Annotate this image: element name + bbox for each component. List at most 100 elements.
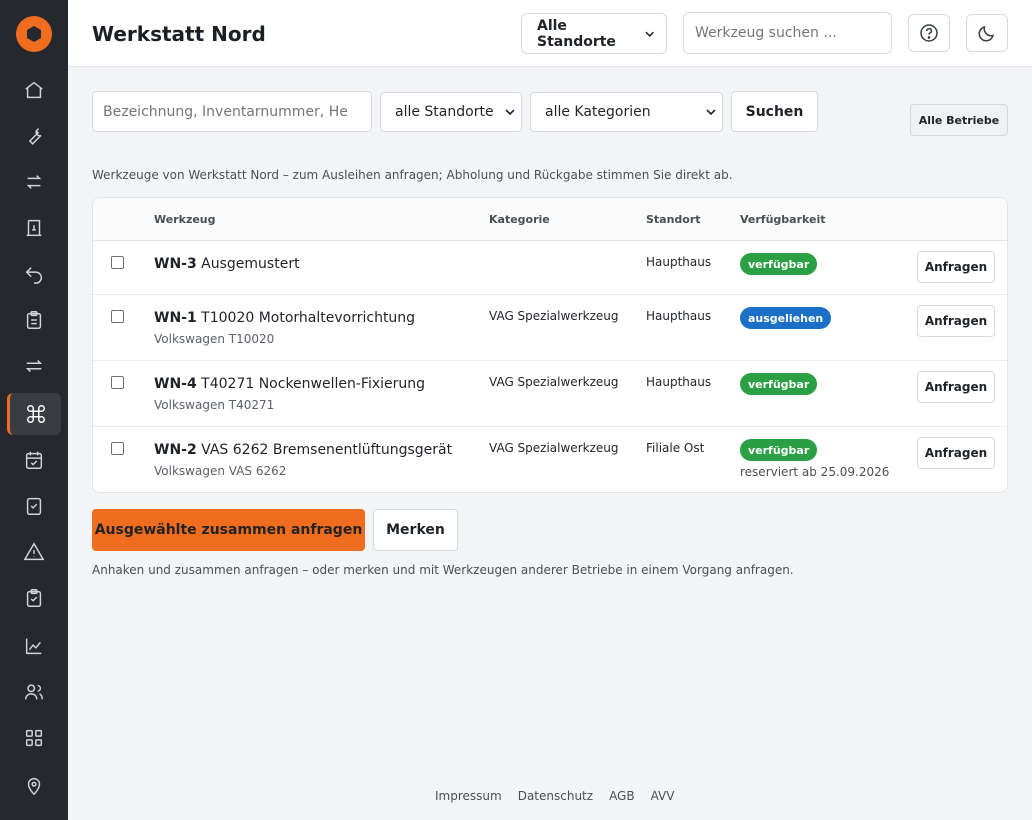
category-filter-select[interactable]: alle Kategorien xyxy=(530,92,723,132)
tool-id: WN-4 xyxy=(154,376,197,392)
exchange-icon xyxy=(25,359,43,373)
page-title: Werkstatt Nord xyxy=(92,22,266,46)
moon-icon xyxy=(978,25,995,42)
sidebar-item-locations[interactable] xyxy=(7,765,61,807)
sidebar-item-calendar[interactable] xyxy=(7,439,61,481)
tool-location: Haupthaus xyxy=(646,309,712,323)
tool-manufacturer: Volkswagen VAS 6262 xyxy=(154,464,287,478)
wrench-icon xyxy=(28,128,42,145)
sidebar-item-checklist[interactable] xyxy=(7,577,61,619)
table-row: WN-2 VAS 6262 Bremsenentlüftungsgerät Vo… xyxy=(93,427,1007,492)
clipboard-icon xyxy=(26,311,42,329)
tool-location: Haupthaus xyxy=(646,375,712,389)
tool-title: T10020 Motorhaltevorrichtung xyxy=(201,310,416,326)
sidebar-item-users[interactable] xyxy=(7,671,61,713)
footer-link-avv[interactable]: AVV xyxy=(651,789,675,803)
tool-id: WN-2 xyxy=(154,442,197,458)
request-button[interactable]: Anfragen xyxy=(917,437,995,469)
sidebar-item-exchange[interactable] xyxy=(7,345,61,387)
table-row: WN-3 Ausgemustert Haupthaus verfügbar An… xyxy=(93,241,1007,295)
footer: Impressum Datenschutz AGB AVV xyxy=(435,789,674,803)
hexagon-icon xyxy=(27,26,41,42)
tools-table: Werkzeug Kategorie Standort Verfügbarkei… xyxy=(92,197,1008,493)
chevron-down-icon xyxy=(706,109,716,116)
row-checkbox[interactable] xyxy=(111,310,124,323)
tool-location: Filiale Ost xyxy=(646,441,705,455)
status-badge: verfügbar xyxy=(740,253,818,275)
receipt-icon xyxy=(26,219,42,237)
footer-link-impressum[interactable]: Impressum xyxy=(435,789,502,803)
tool-title: Ausgemustert xyxy=(201,256,300,272)
app-logo[interactable] xyxy=(16,16,52,52)
row-checkbox[interactable] xyxy=(111,376,124,389)
grid-icon xyxy=(25,729,43,747)
location-select-value: Alle Standorte xyxy=(537,17,616,50)
sidebar-item-apps[interactable] xyxy=(7,717,61,759)
chart-icon xyxy=(25,638,42,655)
location-pin-icon xyxy=(27,778,41,796)
column-header-availability[interactable]: Verfügbarkeit xyxy=(740,213,826,226)
status-badge: verfügbar xyxy=(740,373,818,395)
help-button[interactable] xyxy=(908,14,950,52)
request-button[interactable]: Anfragen xyxy=(917,305,995,337)
tool-id: WN-1 xyxy=(154,310,197,326)
sidebar-item-warnings[interactable] xyxy=(7,531,61,573)
sidebar-item-tasks[interactable] xyxy=(7,485,61,527)
remember-button[interactable]: Merken xyxy=(373,509,458,551)
status-badge: ausgeliehen xyxy=(740,307,832,329)
footer-link-agb[interactable]: AGB xyxy=(609,789,635,803)
command-icon xyxy=(26,405,45,423)
column-header-tool[interactable]: Werkzeug xyxy=(154,213,216,226)
tool-manufacturer: Volkswagen T10020 xyxy=(154,332,275,346)
sidebar-item-tools[interactable] xyxy=(7,115,61,157)
checkbox-icon xyxy=(26,497,42,515)
sidebar-item-return[interactable] xyxy=(7,253,61,295)
request-button[interactable]: Anfragen xyxy=(917,371,995,403)
request-selected-button[interactable]: Ausgewählte zusammen anfragen xyxy=(92,509,365,551)
sidebar-item-transfer[interactable] xyxy=(7,161,61,203)
location-select[interactable]: Alle Standorte xyxy=(521,13,667,54)
header-search-input[interactable] xyxy=(683,12,892,54)
location-filter-select[interactable]: alle Standorte xyxy=(380,92,522,132)
tool-name: WN-2 VAS 6262 Bremsenentlüftungsgerät xyxy=(154,442,452,458)
theme-toggle-button[interactable] xyxy=(966,14,1008,52)
sidebar-item-home[interactable] xyxy=(7,69,61,111)
tool-category: VAG Spezialwerkzeug xyxy=(489,309,619,323)
row-checkbox[interactable] xyxy=(111,442,124,455)
row-checkbox[interactable] xyxy=(111,256,124,269)
all-companies-button[interactable]: Alle Betriebe xyxy=(910,104,1008,136)
tool-name: WN-3 Ausgemustert xyxy=(154,256,300,272)
chevron-down-icon xyxy=(505,109,515,116)
tool-category: VAG Spezialwerkzeug xyxy=(489,441,619,455)
category-filter-value: alle Kategorien xyxy=(545,104,651,120)
search-button[interactable]: Suchen xyxy=(731,91,818,132)
transfer-icon xyxy=(26,175,42,189)
clipboard-check-icon xyxy=(26,589,42,607)
tool-search-input[interactable] xyxy=(92,91,372,132)
status-badge: verfügbar xyxy=(740,439,818,461)
table-header: Werkzeug Kategorie Standort Verfügbarkei… xyxy=(93,198,1007,241)
column-header-location[interactable]: Standort xyxy=(646,213,701,226)
help-icon xyxy=(920,24,938,42)
sidebar-item-tool-lending[interactable] xyxy=(7,393,61,435)
sidebar-item-receipt[interactable] xyxy=(7,207,61,249)
location-filter-value: alle Standorte xyxy=(395,104,494,120)
chevron-down-icon xyxy=(644,31,654,37)
tool-location: Haupthaus xyxy=(646,255,712,269)
intro-text: Werkzeuge von Werkstatt Nord – zum Ausle… xyxy=(92,168,733,182)
column-header-category[interactable]: Kategorie xyxy=(489,213,550,226)
tool-name: WN-1 T10020 Motorhaltevorrichtung xyxy=(154,310,415,326)
tool-name: WN-4 T40271 Nockenwellen-Fixierung xyxy=(154,376,425,392)
sidebar-item-reports[interactable] xyxy=(7,625,61,667)
sidebar-item-clipboard[interactable] xyxy=(7,299,61,341)
request-button[interactable]: Anfragen xyxy=(917,251,995,283)
sidebar xyxy=(0,0,68,820)
tool-category: VAG Spezialwerkzeug xyxy=(489,375,619,389)
tool-manufacturer: Volkswagen T40271 xyxy=(154,398,275,412)
tool-title: VAS 6262 Bremsenentlüftungsgerät xyxy=(201,442,453,458)
calendar-check-icon xyxy=(25,451,43,469)
return-icon xyxy=(25,267,42,284)
tool-title: T40271 Nockenwellen-Fixierung xyxy=(201,376,426,392)
footer-link-datenschutz[interactable]: Datenschutz xyxy=(518,789,593,803)
top-header: Werkstatt Nord Alle Standorte xyxy=(68,0,1032,67)
